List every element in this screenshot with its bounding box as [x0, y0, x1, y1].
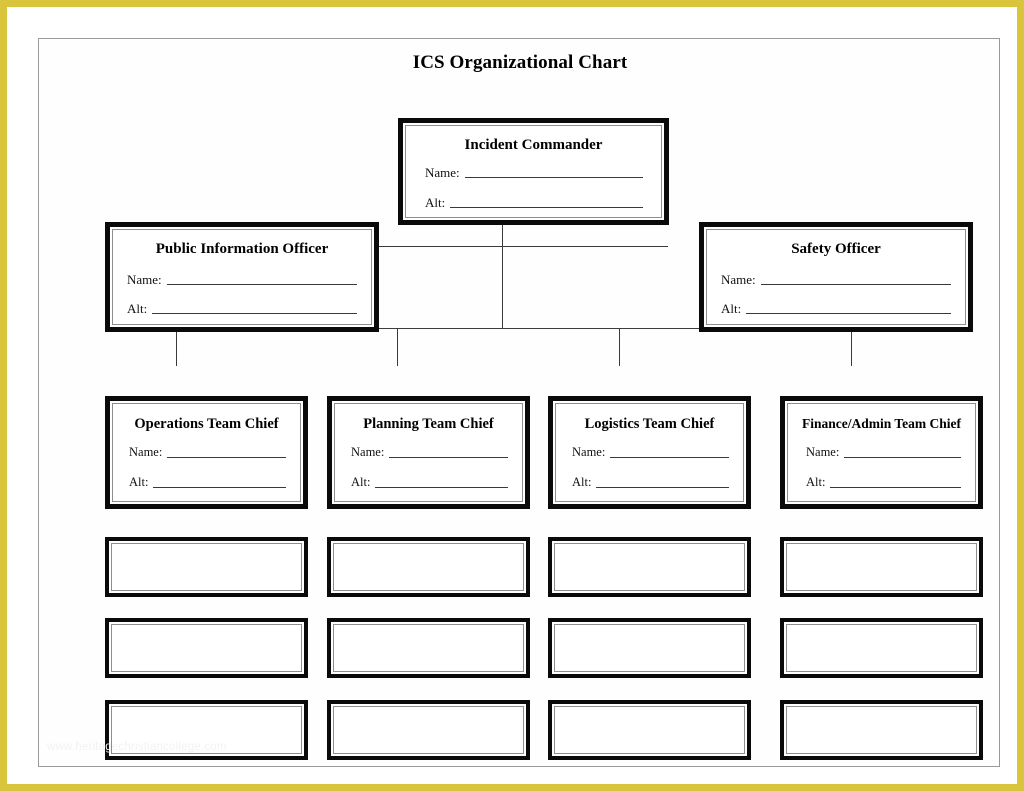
- node-finance-admin-team-chief[interactable]: Finance/Admin Team Chief Name: Alt:: [780, 396, 983, 509]
- node-inner: Incident Commander Name: Alt:: [405, 125, 662, 218]
- node-planning-team-chief[interactable]: Planning Team Chief Name: Alt:: [327, 396, 530, 509]
- field-underline-name[interactable]: [166, 283, 357, 285]
- node-blank-r2c1[interactable]: [105, 618, 308, 678]
- node-inner: [111, 543, 302, 591]
- connector-drop-col1: [176, 328, 177, 366]
- field-underline-alt[interactable]: [153, 486, 286, 488]
- field-alt-operations-team-chief[interactable]: Alt:: [129, 476, 286, 489]
- node-inner: Logistics Team Chief Name: Alt:: [555, 403, 744, 502]
- field-label-name: Name:: [127, 272, 162, 287]
- field-underline-alt[interactable]: [152, 312, 357, 314]
- node-inner: Finance/Admin Team Chief Name: Alt:: [787, 403, 976, 502]
- node-inner: Operations Team Chief Name: Alt:: [112, 403, 301, 502]
- node-inner: [554, 624, 745, 672]
- field-label-alt: Alt:: [572, 475, 592, 489]
- field-name-incident-commander[interactable]: Name:: [425, 166, 643, 179]
- field-label-name: Name:: [721, 272, 756, 287]
- watermark-text: www.heritagechristiancollege.com: [47, 741, 227, 753]
- field-label-alt: Alt:: [806, 475, 826, 489]
- node-blank-r2c3[interactable]: [548, 618, 751, 678]
- page-frame: ICS Organizational Chart Incident Comman…: [0, 0, 1024, 791]
- node-inner: [333, 624, 524, 672]
- field-alt-incident-commander[interactable]: Alt:: [425, 196, 643, 209]
- node-title-safety-officer: Safety Officer: [791, 241, 881, 257]
- node-blank-r1c4[interactable]: [780, 537, 983, 597]
- node-inner: [786, 543, 977, 591]
- field-underline-name[interactable]: [610, 456, 729, 458]
- node-inner: Planning Team Chief Name: Alt:: [334, 403, 523, 502]
- field-underline-name[interactable]: [760, 283, 951, 285]
- field-underline-alt[interactable]: [596, 486, 729, 488]
- field-alt-public-information-officer[interactable]: Alt:: [127, 302, 357, 315]
- node-title-public-information-officer: Public Information Officer: [155, 241, 329, 257]
- field-name-public-information-officer[interactable]: Name:: [127, 273, 357, 286]
- node-inner: Public Information Officer Name: Alt:: [112, 229, 372, 325]
- field-name-safety-officer[interactable]: Name:: [721, 273, 951, 286]
- node-inner: [554, 543, 745, 591]
- field-underline-name[interactable]: [464, 176, 643, 178]
- node-inner: [333, 706, 524, 754]
- chart-page: ICS Organizational Chart Incident Comman…: [38, 38, 1000, 767]
- node-blank-r2c2[interactable]: [327, 618, 530, 678]
- node-inner: [786, 624, 977, 672]
- field-alt-finance-admin-team-chief[interactable]: Alt:: [806, 476, 961, 489]
- field-label-name: Name:: [425, 165, 460, 180]
- connector-drop-col4: [851, 328, 852, 366]
- field-label-alt: Alt:: [351, 475, 371, 489]
- node-blank-r3c4[interactable]: [780, 700, 983, 760]
- node-inner: [554, 706, 745, 754]
- node-blank-r1c1[interactable]: [105, 537, 308, 597]
- field-label-name: Name:: [129, 445, 163, 459]
- node-safety-officer[interactable]: Safety Officer Name: Alt:: [699, 222, 973, 332]
- field-name-logistics-team-chief[interactable]: Name:: [572, 446, 729, 459]
- node-inner: [786, 706, 977, 754]
- field-label-name: Name:: [572, 445, 606, 459]
- field-label-alt: Alt:: [127, 301, 148, 316]
- connector-officers-horizontal: [348, 246, 668, 247]
- node-title-incident-commander: Incident Commander: [464, 137, 603, 153]
- field-label-alt: Alt:: [425, 195, 446, 210]
- node-title-finance-admin-team-chief: Finance/Admin Team Chief: [801, 416, 961, 431]
- node-blank-r1c2[interactable]: [327, 537, 530, 597]
- node-logistics-team-chief[interactable]: Logistics Team Chief Name: Alt:: [548, 396, 751, 509]
- field-name-operations-team-chief[interactable]: Name:: [129, 446, 286, 459]
- node-inner: [111, 624, 302, 672]
- node-inner: Safety Officer Name: Alt:: [706, 229, 966, 325]
- field-underline-alt[interactable]: [375, 486, 508, 488]
- connector-drop-col3: [619, 328, 620, 366]
- field-name-finance-admin-team-chief[interactable]: Name:: [806, 446, 961, 459]
- node-public-information-officer[interactable]: Public Information Officer Name: Alt:: [105, 222, 379, 332]
- node-incident-commander[interactable]: Incident Commander Name: Alt:: [398, 118, 669, 225]
- field-alt-planning-team-chief[interactable]: Alt:: [351, 476, 508, 489]
- field-alt-logistics-team-chief[interactable]: Alt:: [572, 476, 729, 489]
- page-title: ICS Organizational Chart: [412, 52, 628, 73]
- node-title-operations-team-chief: Operations Team Chief: [134, 416, 279, 432]
- field-underline-alt[interactable]: [450, 206, 643, 208]
- field-alt-safety-officer[interactable]: Alt:: [721, 302, 951, 315]
- node-title-logistics-team-chief: Logistics Team Chief: [584, 416, 715, 432]
- node-inner: [333, 543, 524, 591]
- field-underline-alt[interactable]: [830, 486, 961, 488]
- node-blank-r3c2[interactable]: [327, 700, 530, 760]
- field-underline-name[interactable]: [844, 456, 961, 458]
- connector-drop-col2: [397, 328, 398, 366]
- field-label-name: Name:: [806, 445, 840, 459]
- field-label-alt: Alt:: [129, 475, 149, 489]
- node-title-planning-team-chief: Planning Team Chief: [363, 416, 494, 432]
- field-name-planning-team-chief[interactable]: Name:: [351, 446, 508, 459]
- field-underline-name[interactable]: [167, 456, 286, 458]
- field-underline-name[interactable]: [389, 456, 508, 458]
- node-blank-r1c3[interactable]: [548, 537, 751, 597]
- field-label-name: Name:: [351, 445, 385, 459]
- node-blank-r3c3[interactable]: [548, 700, 751, 760]
- field-underline-alt[interactable]: [746, 312, 951, 314]
- node-blank-r2c4[interactable]: [780, 618, 983, 678]
- field-label-alt: Alt:: [721, 301, 742, 316]
- node-operations-team-chief[interactable]: Operations Team Chief Name: Alt:: [105, 396, 308, 509]
